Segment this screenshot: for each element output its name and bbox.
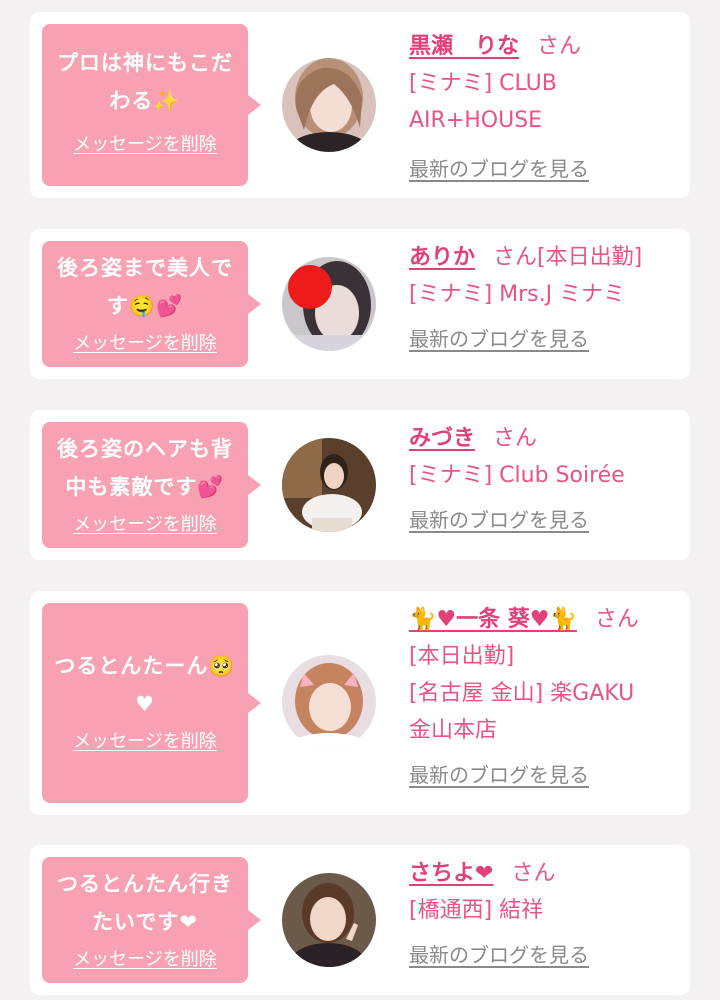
message-text: つるとんたーん🥺 ♥ xyxy=(50,647,240,723)
honorific: さん xyxy=(493,426,538,451)
honorific: さん xyxy=(493,245,538,270)
message-text: 後ろ姿まで美人で す🤤💕 xyxy=(50,249,240,325)
message-bubble: プロは神にもこだ わる✨ メッセージを削除 xyxy=(42,24,261,186)
girl-name-link[interactable]: ありか xyxy=(409,245,475,270)
message-card: 後ろ姿のヘアも背 中も素敵です💕 メッセージを削除 みづき さん [ミナミ] Cl… xyxy=(30,410,690,560)
message-bubble: つるとんたん行き たいです❤ メッセージを削除 xyxy=(42,857,261,983)
avatar-image xyxy=(282,257,376,351)
avatar-image xyxy=(282,873,376,967)
latest-blog-link[interactable]: 最新のブログを見る xyxy=(409,321,589,358)
girl-name-link[interactable]: みづき xyxy=(409,426,475,451)
latest-blog-link[interactable]: 最新のブログを見る xyxy=(409,502,589,539)
girl-name-link[interactable]: 黒瀬 りな xyxy=(409,34,519,59)
avatar[interactable] xyxy=(282,873,376,967)
girl-info: 黒瀬 りな さん [ミナミ] CLUB AIR+HOUSE 最新のブログを見る xyxy=(409,28,684,188)
shop-name: [ミナミ] Mrs.J ミナミ xyxy=(409,282,626,307)
avatar[interactable] xyxy=(282,58,376,152)
avatar-image xyxy=(282,58,376,152)
avatar[interactable] xyxy=(282,257,376,351)
shop-name: [橋通西] 結祥 xyxy=(409,898,544,923)
avatar[interactable] xyxy=(282,655,376,749)
girl-info: ありか さん[本日出勤] [ミナミ] Mrs.J ミナミ 最新のブログを見る xyxy=(409,239,684,358)
girl-info: さちよ❤ さん [橋通西] 結祥 最新のブログを見る xyxy=(409,855,684,974)
message-card: つるとんたーん🥺 ♥ メッセージを削除 🐈♥一条 葵♥🐈 さん [本日出勤] [名… xyxy=(30,591,690,815)
message-line: わる✨ xyxy=(109,89,181,113)
latest-blog-link[interactable]: 最新のブログを見る xyxy=(409,151,589,188)
message-text: プロは神にもこだ わる✨ xyxy=(50,44,240,120)
girl-info: みづき さん [ミナミ] Club Soirée 最新のブログを見る xyxy=(409,420,684,539)
shop-name: [名古屋 金山] 楽GAKU xyxy=(409,681,635,706)
latest-blog-link[interactable]: 最新のブログを見る xyxy=(409,937,589,974)
message-bubble: 後ろ姿のヘアも背 中も素敵です💕 メッセージを削除 xyxy=(42,422,261,548)
message-line: たいです❤ xyxy=(92,910,198,934)
avatar-image xyxy=(282,438,376,532)
delete-message-link[interactable]: メッセージを削除 xyxy=(73,945,217,971)
shop-name: [ミナミ] CLUB xyxy=(409,71,557,96)
honorific: さん xyxy=(537,34,582,59)
message-card: つるとんたん行き たいです❤ メッセージを削除 さちよ❤ さん [橋通西] 結祥 … xyxy=(30,845,690,995)
girl-info: 🐈♥一条 葵♥🐈 さん [本日出勤] [名古屋 金山] 楽GAKU 金山本店 最新… xyxy=(409,601,684,794)
delete-message-link[interactable]: メッセージを削除 xyxy=(73,329,217,355)
attendance-status: [本日出勤] xyxy=(537,245,643,270)
message-line: プロは神にもこだ xyxy=(57,51,233,75)
message-line: つるとんたーん🥺 xyxy=(54,654,236,678)
delete-message-link[interactable]: メッセージを削除 xyxy=(73,727,217,753)
message-text: 後ろ姿のヘアも背 中も素敵です💕 xyxy=(50,430,240,506)
message-line: ♥ xyxy=(135,692,155,716)
latest-blog-link[interactable]: 最新のブログを見る xyxy=(409,757,589,794)
message-bubble: 後ろ姿まで美人で す🤤💕 メッセージを削除 xyxy=(42,241,261,367)
message-bubble: つるとんたーん🥺 ♥ メッセージを削除 xyxy=(42,603,261,803)
honorific: さん xyxy=(594,607,639,632)
shop-name: 金山本店 xyxy=(409,718,498,743)
message-line: 後ろ姿まで美人で xyxy=(57,256,233,280)
message-line: つるとんたん行き xyxy=(57,872,233,896)
girl-name-link[interactable]: 🐈♥一条 葵♥🐈 xyxy=(409,607,577,632)
message-card: 後ろ姿まで美人で す🤤💕 メッセージを削除 ありか さん[本日出勤] [ミナミ] … xyxy=(30,229,690,379)
girl-name-link[interactable]: さちよ❤ xyxy=(409,861,493,886)
message-line: す🤤💕 xyxy=(106,294,184,318)
shop-name: [ミナミ] Club Soirée xyxy=(409,463,625,488)
delete-message-link[interactable]: メッセージを削除 xyxy=(73,130,217,156)
message-line: 中も素敵です💕 xyxy=(65,475,225,499)
attendance-status: [本日出勤] xyxy=(409,644,515,669)
message-text: つるとんたん行き たいです❤ xyxy=(50,865,240,941)
shop-name: AIR+HOUSE xyxy=(409,108,543,133)
message-card: プロは神にもこだ わる✨ メッセージを削除 黒瀬 りな さん [ミナミ] CLUB… xyxy=(30,12,690,198)
honorific: さん xyxy=(511,861,556,886)
avatar[interactable] xyxy=(282,438,376,532)
delete-message-link[interactable]: メッセージを削除 xyxy=(73,510,217,536)
message-line: 後ろ姿のヘアも背 xyxy=(57,437,233,461)
avatar-image xyxy=(282,655,376,749)
